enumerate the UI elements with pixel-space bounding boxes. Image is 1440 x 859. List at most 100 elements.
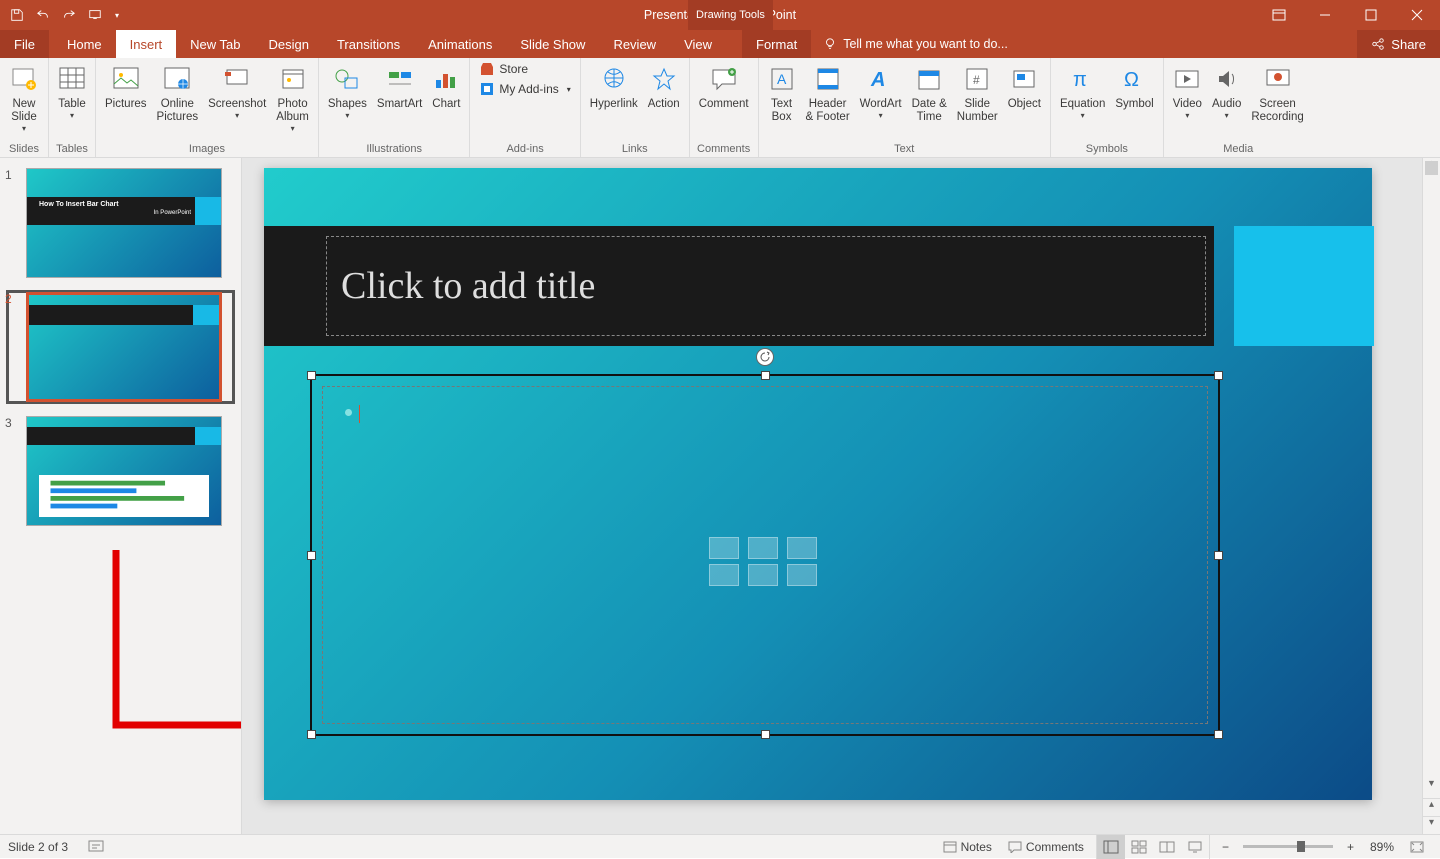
qat-customize-icon[interactable]: ▾	[110, 4, 124, 26]
screenshot-button[interactable]: Screenshot	[204, 60, 270, 122]
smartart-button[interactable]: SmartArt	[373, 60, 426, 113]
date-time-button[interactable]: Date & Time	[908, 60, 951, 126]
header-footer-button[interactable]: Header & Footer	[802, 60, 854, 126]
ribbon-display-options-icon[interactable]	[1256, 0, 1302, 30]
new-slide-button[interactable]: New Slide	[5, 60, 43, 136]
rotate-handle-icon[interactable]	[756, 348, 774, 366]
symbol-button[interactable]: ΩSymbol	[1111, 60, 1157, 113]
tab-insert[interactable]: Insert	[116, 30, 177, 58]
svg-text:π: π	[1073, 69, 1087, 91]
resize-handle[interactable]	[1214, 730, 1223, 739]
text-box-button[interactable]: AText Box	[764, 60, 800, 126]
slide-number-icon: #	[964, 62, 990, 96]
insert-pictures-icon[interactable]	[709, 564, 739, 586]
slide-thumbnail-pane[interactable]: 1 How To Insert Bar Chart In PowerPoint …	[0, 158, 242, 834]
store-button[interactable]: Store	[475, 60, 574, 78]
slide-indicator[interactable]: Slide 2 of 3	[8, 840, 68, 854]
photo-album-icon	[279, 62, 307, 96]
resize-handle[interactable]	[307, 730, 316, 739]
resize-handle[interactable]	[1214, 371, 1223, 380]
fit-to-window-icon[interactable]	[1402, 835, 1432, 859]
save-icon[interactable]	[6, 4, 28, 26]
share-button[interactable]: Share	[1357, 30, 1440, 58]
comments-button[interactable]: Comments	[1000, 835, 1092, 859]
tab-view[interactable]: View	[670, 30, 726, 58]
action-button[interactable]: Action	[644, 60, 684, 113]
text-box-icon: A	[769, 62, 795, 96]
chart-button[interactable]: Chart	[428, 60, 464, 113]
tab-animations[interactable]: Animations	[414, 30, 506, 58]
insert-smartart-icon[interactable]	[787, 537, 817, 559]
screen-recording-button[interactable]: Screen Recording	[1247, 60, 1307, 126]
undo-icon[interactable]	[32, 4, 54, 26]
status-bar: Slide 2 of 3 Notes Comments − + 89%	[0, 834, 1440, 858]
table-button[interactable]: Table	[54, 60, 90, 122]
group-links: Hyperlink Action Links	[581, 58, 690, 157]
zoom-level[interactable]: 89%	[1362, 835, 1402, 859]
tell-me-search[interactable]: Tell me what you want to do...	[811, 30, 1357, 58]
zoom-knob[interactable]	[1297, 841, 1305, 852]
wordart-button[interactable]: AWordArt	[856, 60, 906, 122]
tab-home[interactable]: Home	[53, 30, 116, 58]
next-slide-icon[interactable]: ▾	[1423, 816, 1440, 834]
photo-album-button[interactable]: Photo Album	[272, 60, 313, 136]
equation-button[interactable]: πEquation	[1056, 60, 1109, 122]
tab-format[interactable]: Format	[742, 30, 811, 58]
close-button[interactable]	[1394, 0, 1440, 30]
redo-icon[interactable]	[58, 4, 80, 26]
insert-chart-icon[interactable]	[748, 537, 778, 559]
slide-sorter-view-icon[interactable]	[1125, 835, 1153, 859]
hyperlink-button[interactable]: Hyperlink	[586, 60, 642, 113]
zoom-in-button[interactable]: +	[1339, 835, 1362, 859]
resize-handle[interactable]	[761, 730, 770, 739]
insert-video-icon[interactable]	[787, 564, 817, 586]
group-slides: New Slide Slides	[0, 58, 49, 157]
tab-slideshow[interactable]: Slide Show	[506, 30, 599, 58]
pictures-button[interactable]: Pictures	[101, 60, 151, 113]
notes-button[interactable]: Notes	[935, 835, 1000, 859]
notes-icon	[943, 841, 957, 853]
tab-review[interactable]: Review	[599, 30, 670, 58]
content-placeholder[interactable]	[310, 374, 1220, 736]
object-button[interactable]: Object	[1004, 60, 1045, 113]
slideshow-view-icon[interactable]	[1181, 835, 1209, 859]
scroll-down-icon[interactable]: ▼	[1423, 778, 1440, 794]
normal-view-icon[interactable]	[1097, 835, 1125, 859]
slide-canvas[interactable]: Click to add title	[264, 168, 1372, 800]
thumbnail-slide-2[interactable]: 2	[8, 292, 233, 402]
title-placeholder[interactable]: Click to add title	[326, 236, 1206, 336]
tab-file[interactable]: File	[0, 30, 49, 58]
dropdown-caret-icon	[70, 111, 74, 120]
maximize-button[interactable]	[1348, 0, 1394, 30]
thumbnail-slide-3[interactable]: 3	[8, 416, 233, 526]
resize-handle[interactable]	[1214, 551, 1223, 560]
scroll-thumb[interactable]	[1425, 161, 1438, 175]
equation-icon: π	[1069, 62, 1097, 96]
video-button[interactable]: Video	[1169, 60, 1206, 122]
zoom-out-button[interactable]: −	[1214, 835, 1237, 859]
resize-handle[interactable]	[307, 551, 316, 560]
my-addins-button[interactable]: My Add-ins▾	[475, 80, 574, 98]
resize-handle[interactable]	[307, 371, 316, 380]
start-from-beginning-icon[interactable]	[84, 4, 106, 26]
zoom-slider[interactable]	[1243, 845, 1333, 848]
slide-number-button[interactable]: #Slide Number	[953, 60, 1002, 126]
slide-editor[interactable]: Click to add title	[242, 158, 1440, 834]
minimize-button[interactable]	[1302, 0, 1348, 30]
prev-slide-icon[interactable]: ▴	[1423, 798, 1440, 816]
insert-online-pictures-icon[interactable]	[748, 564, 778, 586]
audio-button[interactable]: Audio	[1208, 60, 1245, 122]
resize-handle[interactable]	[761, 371, 770, 380]
vertical-scrollbar[interactable]: ▲ ▼ ▴▾	[1422, 158, 1440, 834]
thumbnail-slide-1[interactable]: 1 How To Insert Bar Chart In PowerPoint	[8, 168, 233, 278]
store-icon	[479, 61, 495, 77]
insert-table-icon[interactable]	[709, 537, 739, 559]
tab-transitions[interactable]: Transitions	[323, 30, 414, 58]
comment-button[interactable]: Comment	[695, 60, 753, 113]
tab-newtab[interactable]: New Tab	[176, 30, 254, 58]
shapes-button[interactable]: Shapes	[324, 60, 371, 122]
online-pictures-button[interactable]: Online Pictures	[153, 60, 203, 126]
reading-view-icon[interactable]	[1153, 835, 1181, 859]
tab-design[interactable]: Design	[255, 30, 323, 58]
spell-check-icon[interactable]	[80, 835, 112, 859]
